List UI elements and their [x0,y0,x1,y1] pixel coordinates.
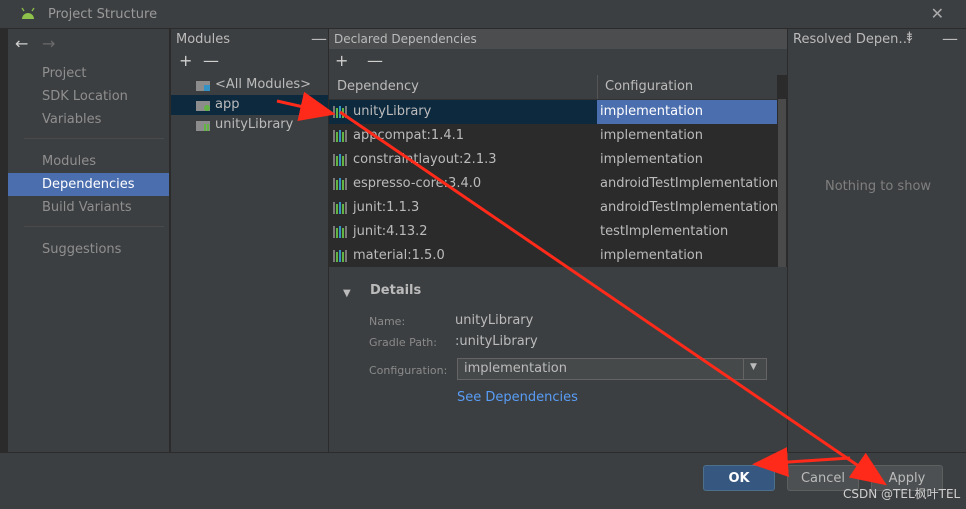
scrollbar[interactable] [778,99,786,267]
folder-icon [196,121,210,131]
back-arrow-icon[interactable]: ← [15,34,28,53]
library-icon [333,178,347,190]
table-row[interactable]: appcompat:1.4.1 implementation [329,124,777,148]
dependency-name: appcompat:1.4.1 [353,128,465,143]
resolved-dependencies-panel: Resolved Depen… ⇟ — Nothing to show [787,29,966,452]
remove-dependency-button[interactable]: — [367,51,383,70]
table-row[interactable]: junit:1.1.3 androidTestImplementation [329,196,779,220]
collapse-arrow-icon[interactable]: ▼ [343,288,351,299]
module-item-app[interactable]: app [171,95,328,115]
android-icon [21,7,35,19]
sidebar-item-build-variants[interactable]: Build Variants [8,196,169,219]
library-icon [333,106,347,118]
module-item-unitylibrary[interactable]: unityLibrary [171,115,328,135]
details-title: Details [370,283,422,298]
column-configuration[interactable]: Configuration [605,79,693,94]
gradle-path-value: :unityLibrary [455,334,538,349]
sidebar-item-suggestions[interactable]: Suggestions [8,238,169,261]
sidebar-item-project[interactable]: Project [8,62,169,85]
configuration-select[interactable]: implementation ▼ [457,358,767,380]
sidebar-item-variables[interactable]: Variables [8,108,169,131]
watermark: CSDN @TEL枫叶TEL [843,487,961,501]
table-row[interactable]: unityLibrary implementation [329,100,777,124]
expand-collapse-icon[interactable]: ⇟ [904,30,915,45]
dependency-name: constraintlayout:2.1.3 [353,152,497,167]
table-row[interactable]: constraintlayout:2.1.3 implementation [329,148,777,172]
library-icon [333,202,347,214]
declared-dependencies-title: Declared Dependencies [334,32,477,46]
name-value: unityLibrary [455,313,534,328]
title-bar: Project Structure ✕ [0,0,966,29]
name-label: Name: [369,315,406,328]
table-row[interactable]: material:1.5.0 implementation [329,244,777,268]
window-title: Project Structure [48,7,158,22]
add-dependency-button[interactable]: + [335,51,348,70]
column-divider [597,75,598,99]
modules-title: Modules [176,32,231,47]
dependency-configuration: implementation [600,248,704,263]
configuration-label: Configuration: [369,364,448,377]
folder-icon [196,81,210,91]
dependency-configuration: implementation [600,104,704,119]
dependency-name: junit:1.1.3 [353,200,420,215]
dependency-configuration: testImplementation [600,224,729,239]
table-row[interactable]: junit:4.13.2 testImplementation [329,220,777,244]
see-dependencies-link[interactable]: See Dependencies [457,390,578,405]
divider [24,138,164,139]
folder-icon [196,101,210,111]
sidebar-item-modules[interactable]: Modules [8,150,169,173]
dependency-configuration: implementation [600,152,704,167]
dependency-table: Dependency Configuration unityLibrary imp… [329,75,787,267]
declared-dependencies-panel: Declared Dependencies + — Dependency Con… [328,29,787,452]
collapse-icon[interactable]: — [942,29,958,48]
resolved-title: Resolved Depen… [793,32,912,47]
dependency-name: material:1.5.0 [353,248,445,263]
library-icon [333,130,347,142]
column-dependency[interactable]: Dependency [337,79,419,94]
dialog-footer: OK Cancel Apply CSDN @TEL枫叶TEL [0,452,966,509]
ok-button[interactable]: OK [703,465,775,491]
sidebar-item-dependencies[interactable]: Dependencies [8,173,169,196]
gradle-path-label: Gradle Path: [369,336,437,349]
table-row[interactable]: espresso-core:3.4.0 androidTestImplementa… [329,172,779,196]
forward-arrow-icon[interactable]: → [42,34,55,53]
sidebar: ← → Project SDK Location Variables Modul… [8,29,169,452]
divider [24,226,164,227]
dependency-configuration: implementation [600,128,704,143]
dependency-name: unityLibrary [353,104,432,119]
dependency-name: junit:4.13.2 [353,224,428,239]
module-item-all[interactable]: <All Modules> [171,75,328,95]
table-header: Dependency Configuration [329,75,777,100]
remove-module-button[interactable]: — [203,51,219,70]
close-icon[interactable]: ✕ [931,4,944,23]
library-icon [333,154,347,166]
empty-state-text: Nothing to show [825,179,932,194]
panel-header: Declared Dependencies [329,29,787,49]
dependency-name: espresso-core:3.4.0 [353,176,482,191]
sidebar-item-sdk-location[interactable]: SDK Location [8,85,169,108]
modules-panel: Modules — + — <All Modules> app unityLib… [170,29,328,452]
library-icon [333,226,347,238]
add-module-button[interactable]: + [179,51,192,70]
dependency-configuration: androidTestImplementation [600,176,779,191]
library-icon [333,250,347,262]
dependency-configuration: androidTestImplementation [600,200,779,215]
collapse-icon[interactable]: — [311,29,327,48]
chevron-down-icon[interactable]: ▼ [743,359,766,379]
